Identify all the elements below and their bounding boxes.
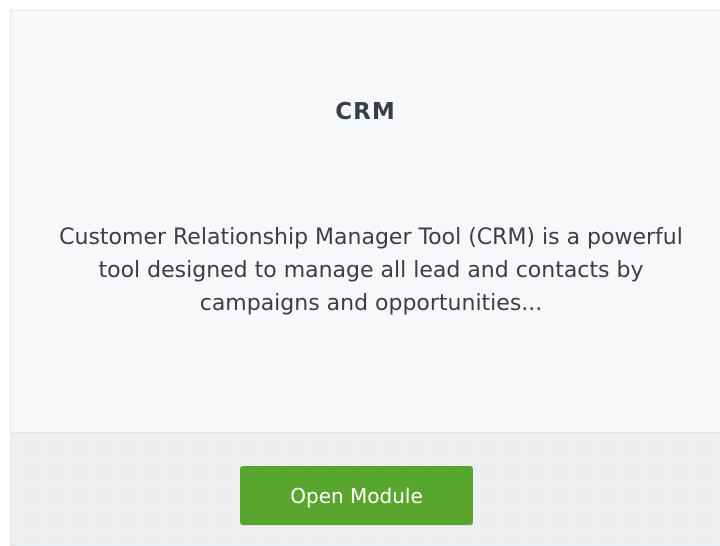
- open-module-button[interactable]: Open Module: [240, 466, 473, 525]
- crm-logo: CRM: [335, 99, 396, 125]
- module-description: Customer Relationship Manager Tool (CRM)…: [59, 225, 683, 316]
- module-card-footer: Open Module: [11, 433, 720, 545]
- module-card-body: CRM Customer Relationship Manager Tool (…: [11, 11, 720, 433]
- module-card: CRM Customer Relationship Manager Tool (…: [10, 10, 720, 546]
